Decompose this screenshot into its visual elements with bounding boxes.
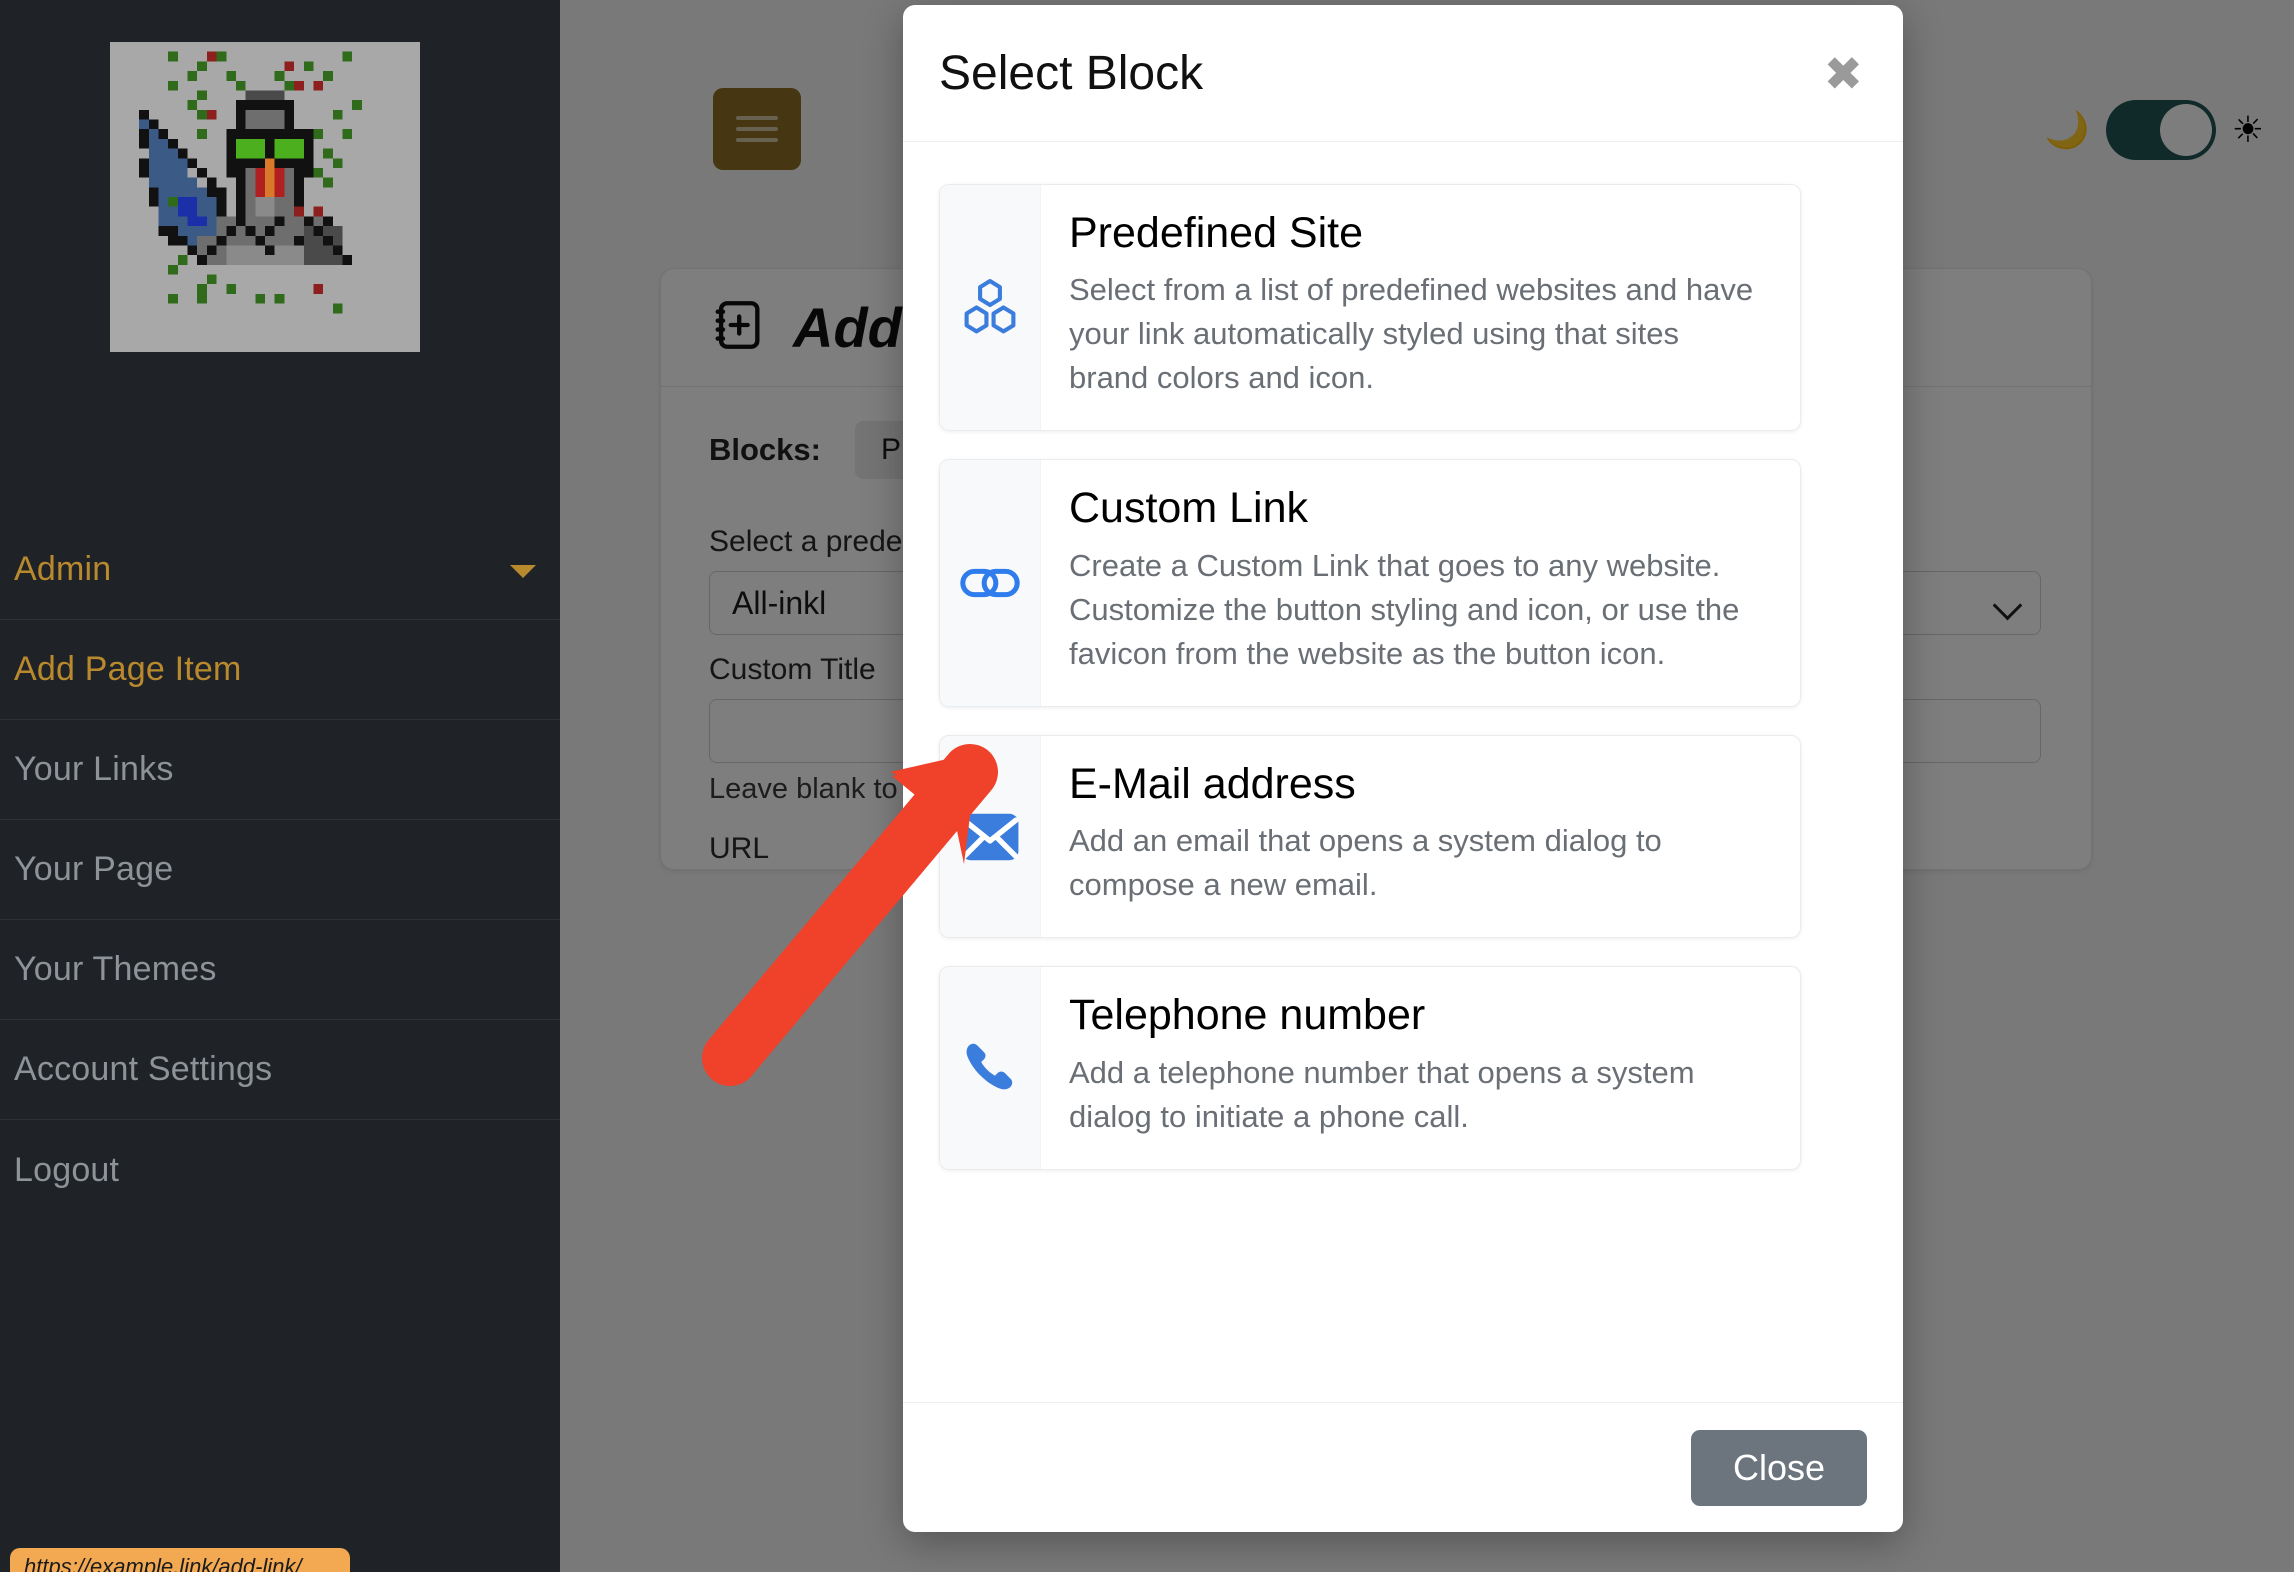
block-option-text: E-Mail address Add an email that opens a… xyxy=(1041,736,1800,937)
sidebar-item-label: Your Links xyxy=(14,750,174,788)
switch-knob xyxy=(2159,104,2212,156)
block-option-telephone-number[interactable]: Telephone number Add a telephone number … xyxy=(939,966,1801,1170)
sidebar-item-account-settings[interactable]: Account Settings xyxy=(0,1020,560,1120)
chevron-down-icon xyxy=(510,564,536,578)
sidebar-item-your-links[interactable]: Your Links xyxy=(0,720,560,820)
sidebar-item-add-page-item[interactable]: Add Page Item xyxy=(0,620,560,720)
block-option-text: Predefined Site Select from a list of pr… xyxy=(1041,185,1800,430)
cubes-icon xyxy=(940,185,1041,431)
blocks-label: Blocks: xyxy=(709,432,821,467)
modal-header: Select Block ✖ xyxy=(903,5,1903,142)
block-option-description: Create a Custom Link that goes to any we… xyxy=(1069,547,1740,671)
block-option-title: Custom Link xyxy=(1069,484,1308,533)
block-option-title: E-Mail address xyxy=(1069,759,1356,808)
block-option-text: Custom Link Create a Custom Link that go… xyxy=(1041,460,1800,705)
sidebar-item-logout[interactable]: Logout xyxy=(0,1120,560,1220)
block-option-description: Select from a list of predefined website… xyxy=(1069,272,1754,396)
block-option-email-address[interactable]: E-Mail address Add an email that opens a… xyxy=(939,734,1801,939)
notebook-plus-icon xyxy=(709,296,767,359)
block-option-predefined-site[interactable]: Predefined Site Select from a list of pr… xyxy=(939,184,1801,432)
block-option-description: Add a telephone number that opens a syst… xyxy=(1069,1054,1695,1134)
page-url-toast[interactable]: https://example.link/add-link/ xyxy=(10,1548,350,1572)
sidebar-item-label: Logout xyxy=(14,1150,120,1189)
avatar xyxy=(110,42,420,352)
close-icon[interactable]: ✖ xyxy=(1820,50,1867,97)
sidebar-nav: Admin Add Page Item Your Links Your Page… xyxy=(0,520,560,1220)
sidebar-item-label: Admin xyxy=(14,550,112,588)
modal-footer: Close xyxy=(903,1402,1903,1532)
sidebar-item-label: Account Settings xyxy=(14,1050,273,1088)
theme-toggle[interactable]: 🌙 ☀ xyxy=(2045,90,2264,170)
block-option-title: Telephone number xyxy=(1069,991,1426,1040)
hamburger-menu-button[interactable] xyxy=(713,88,801,170)
sun-icon: ☀ xyxy=(2231,109,2264,150)
theme-switch[interactable] xyxy=(2105,100,2216,160)
modal-close-button[interactable]: Close xyxy=(1690,1429,1867,1506)
block-option-description: Add an email that opens a system dialog … xyxy=(1069,823,1662,903)
block-option-title: Predefined Site xyxy=(1069,209,1364,257)
sidebar-item-admin[interactable]: Admin xyxy=(0,520,560,620)
sidebar: Admin Add Page Item Your Links Your Page… xyxy=(0,0,560,1572)
moon-icon: 🌙 xyxy=(2044,109,2090,150)
sidebar-item-your-themes[interactable]: Your Themes xyxy=(0,920,560,1020)
sidebar-item-label: Your Page xyxy=(14,850,174,888)
block-option-custom-link[interactable]: Custom Link Create a Custom Link that go… xyxy=(939,459,1801,707)
modal-body[interactable]: Predefined Site Select from a list of pr… xyxy=(903,142,1903,1402)
sidebar-item-label: Add Page Item xyxy=(14,650,242,688)
select-block-modal: Select Block ✖ Predefined Site Select fr… xyxy=(903,5,1903,1532)
hamburger-icon xyxy=(736,109,778,149)
envelope-icon xyxy=(940,735,1041,938)
phone-icon xyxy=(940,967,1041,1169)
chevron-down-icon xyxy=(1992,590,2023,621)
link-icon xyxy=(940,460,1041,706)
predefined-site-value: All-inkl xyxy=(732,584,827,621)
sidebar-item-label: Your Themes xyxy=(14,950,217,988)
sidebar-item-your-page[interactable]: Your Page xyxy=(0,820,560,920)
avatar-image xyxy=(110,42,420,352)
modal-title: Select Block xyxy=(939,46,1204,100)
block-option-text: Telephone number Add a telephone number … xyxy=(1041,967,1800,1168)
